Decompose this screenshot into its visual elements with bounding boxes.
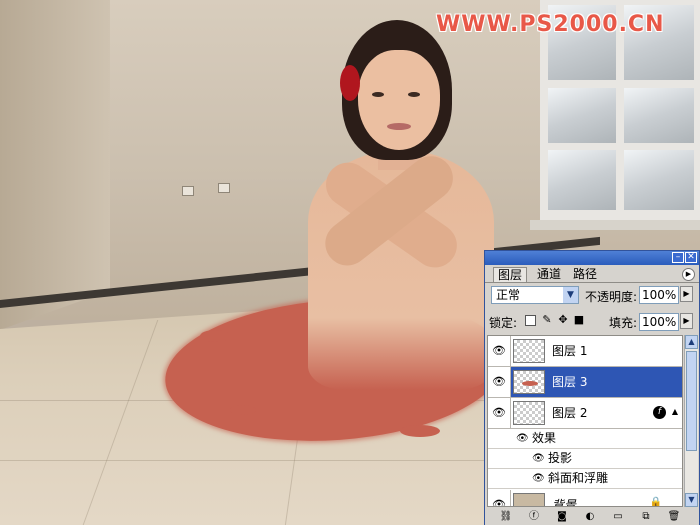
chevron-down-icon[interactable]: ▼ (563, 287, 578, 303)
eye-icon[interactable]: 👁 (488, 490, 511, 506)
mask-icon[interactable]: ◙ (555, 511, 569, 523)
opacity-input[interactable]: 100% (639, 286, 679, 304)
effect-name: 投影 (548, 451, 573, 465)
layer-row-layer1[interactable]: 👁 图层 1 (488, 336, 682, 367)
woman-figure (300, 20, 500, 390)
lock-label: 锁定: (489, 316, 518, 330)
puddle-splash (230, 405, 256, 415)
close-icon[interactable]: ✕ (685, 252, 697, 263)
opacity-slider-toggle[interactable]: ▶ (680, 286, 693, 302)
effect-name: 斜面和浮雕 (548, 471, 609, 485)
scroll-thumb[interactable] (686, 351, 697, 451)
panel-bottom-toolbar: ⛓ ⓕ ◙ ◐ ▭ ⧉ 🗑 (485, 509, 699, 525)
panel-tabs: 图层 通道 路径 ▶ (485, 265, 699, 283)
eye-icon[interactable]: 👁 (488, 367, 511, 397)
tab-layers[interactable]: 图层 (493, 267, 528, 282)
lock-transparency-icon[interactable] (525, 315, 536, 326)
effects-label: 效果 (532, 431, 557, 445)
eye-icon[interactable]: 👁 (532, 469, 545, 488)
effects-row[interactable]: 👁 效果 (488, 429, 682, 449)
fill-slider-toggle[interactable]: ▶ (680, 313, 693, 329)
scroll-up-icon[interactable]: ▲ (685, 335, 698, 349)
tab-paths[interactable]: 路径 (569, 267, 601, 282)
link-icon[interactable]: ⛓ (499, 511, 513, 523)
minimize-icon[interactable]: – (672, 252, 684, 263)
fx-icon[interactable]: f (653, 406, 666, 419)
layer-row-background[interactable]: 👁 背景 🔒 (488, 490, 682, 507)
trash-icon[interactable]: 🗑 (667, 511, 681, 523)
layer-name: 图层 3 (552, 375, 588, 389)
fill-input[interactable]: 100% (639, 313, 679, 331)
layer-thumbnail (513, 339, 545, 363)
red-flower (340, 65, 360, 101)
layer-thumbnail (513, 370, 545, 394)
watermark: WWW.PS2000.CN (436, 12, 665, 37)
left-wall (0, 0, 110, 330)
eye-icon[interactable]: 👁 (532, 449, 545, 468)
layer-style-icon[interactable]: ⓕ (527, 511, 541, 523)
wall-outlet (218, 183, 230, 193)
layer-thumbnail (513, 493, 545, 506)
layer-name: 图层 2 (552, 406, 588, 420)
blend-mode-value: 正常 (496, 288, 521, 302)
layers-panel[interactable]: – ✕ 图层 通道 路径 ▶ 正常 ▼ 不透明度: 100% ▶ 锁定: ✎ ✥… (484, 250, 700, 525)
layer-name: 背景 (552, 498, 577, 507)
expand-triangle-icon[interactable]: ▲ (672, 407, 678, 416)
window-sill (530, 220, 700, 230)
layer-list[interactable]: 👁 图层 1 👁 图层 3 👁 图层 2 f ▲ 👁 效果 👁 投影 👁 斜面和… (487, 335, 683, 507)
effect-row-drop-shadow[interactable]: 👁 投影 (488, 449, 682, 469)
lock-all-icon[interactable]: ■ (573, 314, 585, 326)
tab-channels[interactable]: 通道 (533, 267, 565, 282)
fill-label: 填充: (609, 316, 638, 330)
lock-icon: 🔒 (649, 497, 662, 507)
eye-icon[interactable]: 👁 (488, 398, 511, 428)
eye-icon[interactable]: 👁 (488, 336, 511, 366)
layer-list-scrollbar[interactable]: ▲ ▼ (684, 335, 698, 507)
puddle-splash (200, 330, 230, 342)
layer-row-layer3[interactable]: 👁 图层 3 (488, 367, 682, 398)
layer-row-layer2[interactable]: 👁 图层 2 f ▲ (488, 398, 682, 429)
panel-titlebar[interactable]: – ✕ (485, 251, 699, 265)
effect-row-bevel-emboss[interactable]: 👁 斜面和浮雕 (488, 469, 682, 489)
new-layer-icon[interactable]: ⧉ (639, 511, 653, 523)
blend-mode-select[interactable]: 正常 ▼ (491, 286, 579, 304)
scroll-down-icon[interactable]: ▼ (685, 493, 698, 507)
eye-icon[interactable]: 👁 (516, 429, 529, 448)
opacity-label: 不透明度: (585, 290, 638, 304)
panel-menu-icon[interactable]: ▶ (682, 268, 695, 281)
puddle-splash (400, 425, 440, 437)
layer-name: 图层 1 (552, 344, 588, 358)
wall-outlet (182, 186, 194, 196)
adjustment-layer-icon[interactable]: ◐ (583, 511, 597, 523)
layer-thumbnail (513, 401, 545, 425)
new-group-icon[interactable]: ▭ (611, 511, 625, 523)
lock-paint-icon[interactable]: ✎ (541, 314, 553, 326)
lock-move-icon[interactable]: ✥ (557, 314, 569, 326)
